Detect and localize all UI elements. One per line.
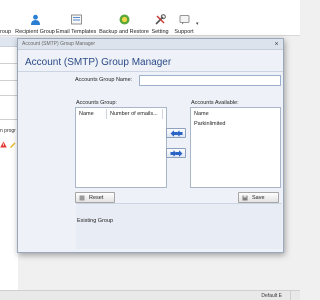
group-name-label: Accounts Group Name: [75,77,133,83]
accounts-available-label: Accounts Available: [191,100,239,106]
email-templates-label: Email Templates [56,29,97,35]
main-toolbar: roup Recipient Group Email Templates Bac… [0,0,300,36]
header-divider [18,71,283,72]
gear-icon [155,14,166,25]
arrow-right-icon [170,150,183,157]
support-icon [179,15,190,25]
email-templates-button[interactable]: Email Templates [56,14,96,36]
save-icon [242,195,248,201]
support-label: Support [174,29,194,35]
setting-label: Setting [151,29,169,35]
save-button-label: Save [252,195,265,201]
column-header-name[interactable]: Name [79,111,94,117]
arrow-left-icon [170,130,183,137]
reset-icon [79,195,85,201]
app-tab-strip [0,37,18,47]
status-text: Default E [261,293,282,299]
reset-button[interactable]: Reset [75,192,115,203]
column-header-name[interactable]: Name [194,111,209,117]
existing-group-section: Existing Group [76,203,282,249]
backup-restore-button[interactable]: Backup and Restore [99,14,149,36]
backup-restore-icon [119,14,130,25]
status-bar: Default E [0,290,300,300]
list-item[interactable]: Parkinlimited [194,121,225,127]
accounts-group-label: Accounts Group: [76,100,117,106]
close-icon[interactable]: × [272,40,281,49]
recipient-group-icon [31,14,40,25]
reset-button-label: Reset [89,195,104,201]
accounts-available-list[interactable]: Name Parkinlimited [190,107,281,188]
dialog-header: Account (SMTP) Group Manager [25,57,172,68]
app-content-area [0,47,18,290]
column-separator[interactable] [162,109,163,119]
backup-restore-label: Backup and Restore [99,29,149,35]
resize-grip[interactable] [290,291,300,300]
group-name-input[interactable] [139,75,281,86]
recipient-group-label: Recipient Group [15,29,55,35]
dialog-titlebar[interactable]: Account (SMTP) Group Manager × [18,39,283,50]
email-templates-icon [71,14,82,25]
group-button-label: roup [0,29,12,35]
column-header-emails[interactable]: Number of emails... [110,111,158,117]
column-separator[interactable] [106,109,107,119]
recipient-group-button[interactable]: Recipient Group [14,14,56,36]
dialog-title: Account (SMTP) Group Manager [22,41,96,47]
progress-label: n progr [0,128,16,134]
account-group-manager-dialog: Account (SMTP) Group Manager × Account (… [17,38,284,253]
accounts-group-list[interactable]: Name Number of emails... [75,107,167,188]
support-button[interactable]: Support [172,14,196,36]
save-button[interactable]: Save [238,192,279,203]
move-right-button[interactable] [166,148,186,158]
group-button[interactable]: roup [0,14,14,36]
move-left-button[interactable] [166,128,186,138]
existing-group-label: Existing Group [77,218,114,224]
support-dropdown-icon[interactable]: ▾ [196,21,199,27]
edit-icon [10,142,16,148]
setting-button[interactable]: Setting [149,14,171,36]
warning-icon [0,141,7,148]
